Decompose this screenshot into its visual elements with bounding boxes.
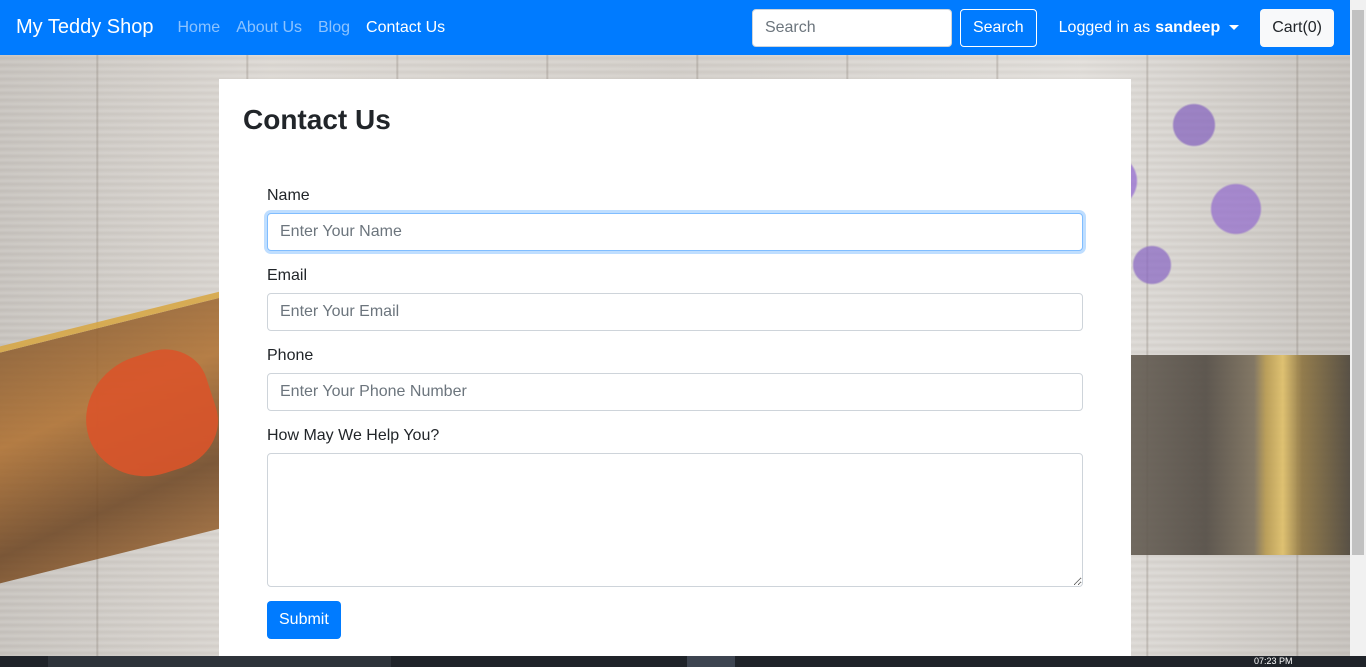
search-input[interactable] [751,8,952,47]
phone-group: Phone [267,347,1083,411]
taskbar-search-box[interactable] [48,656,391,667]
phone-field[interactable] [267,372,1083,411]
brand-link[interactable]: My Teddy Shop [16,16,154,39]
scrollbar-thumb[interactable] [1352,10,1364,555]
nav-link-blog[interactable]: Blog [318,19,350,37]
email-label: Email [267,266,308,284]
phone-label: Phone [267,346,314,364]
nav-link-home[interactable]: Home [178,19,221,37]
os-taskbar: 07:23 PM [0,656,1366,667]
username-label: sandeep [1155,18,1221,36]
contact-form: Name Email Phone How May We Help You? Su… [243,187,1107,639]
taskbar-clock: 07:23 PM [1254,656,1293,666]
background-spool [1110,355,1350,555]
email-field[interactable] [267,292,1083,331]
user-prefix-label: Logged in as [1058,18,1151,36]
search-button[interactable]: Search [959,8,1037,47]
message-group: How May We Help You? [267,427,1083,587]
taskbar-active-app[interactable] [687,656,735,667]
message-textarea[interactable] [267,452,1083,587]
cart-button[interactable]: Cart(0) [1260,8,1334,47]
page-title: Contact Us [243,104,391,135]
name-field[interactable] [267,212,1083,251]
caret-down-icon [1229,25,1240,30]
nav-link-about-us[interactable]: About Us [236,19,302,37]
name-label: Name [267,186,310,204]
email-group: Email [267,267,1083,331]
submit-button[interactable]: Submit [267,600,341,639]
navbar-right-group: Search Logged in as sandeep Cart(0) [751,8,1334,47]
nav-link-contact-us[interactable]: Contact Us [366,19,445,37]
user-dropdown-toggle[interactable]: Logged in as sandeep [1059,19,1240,37]
message-label: How May We Help You? [267,426,440,444]
top-navbar: My Teddy Shop Home About Us Blog Contact… [0,0,1350,55]
page-scrollbar[interactable] [1350,0,1366,656]
name-group: Name [267,187,1083,251]
contact-card: Contact Us Name Email Phone How May We H… [219,79,1131,667]
